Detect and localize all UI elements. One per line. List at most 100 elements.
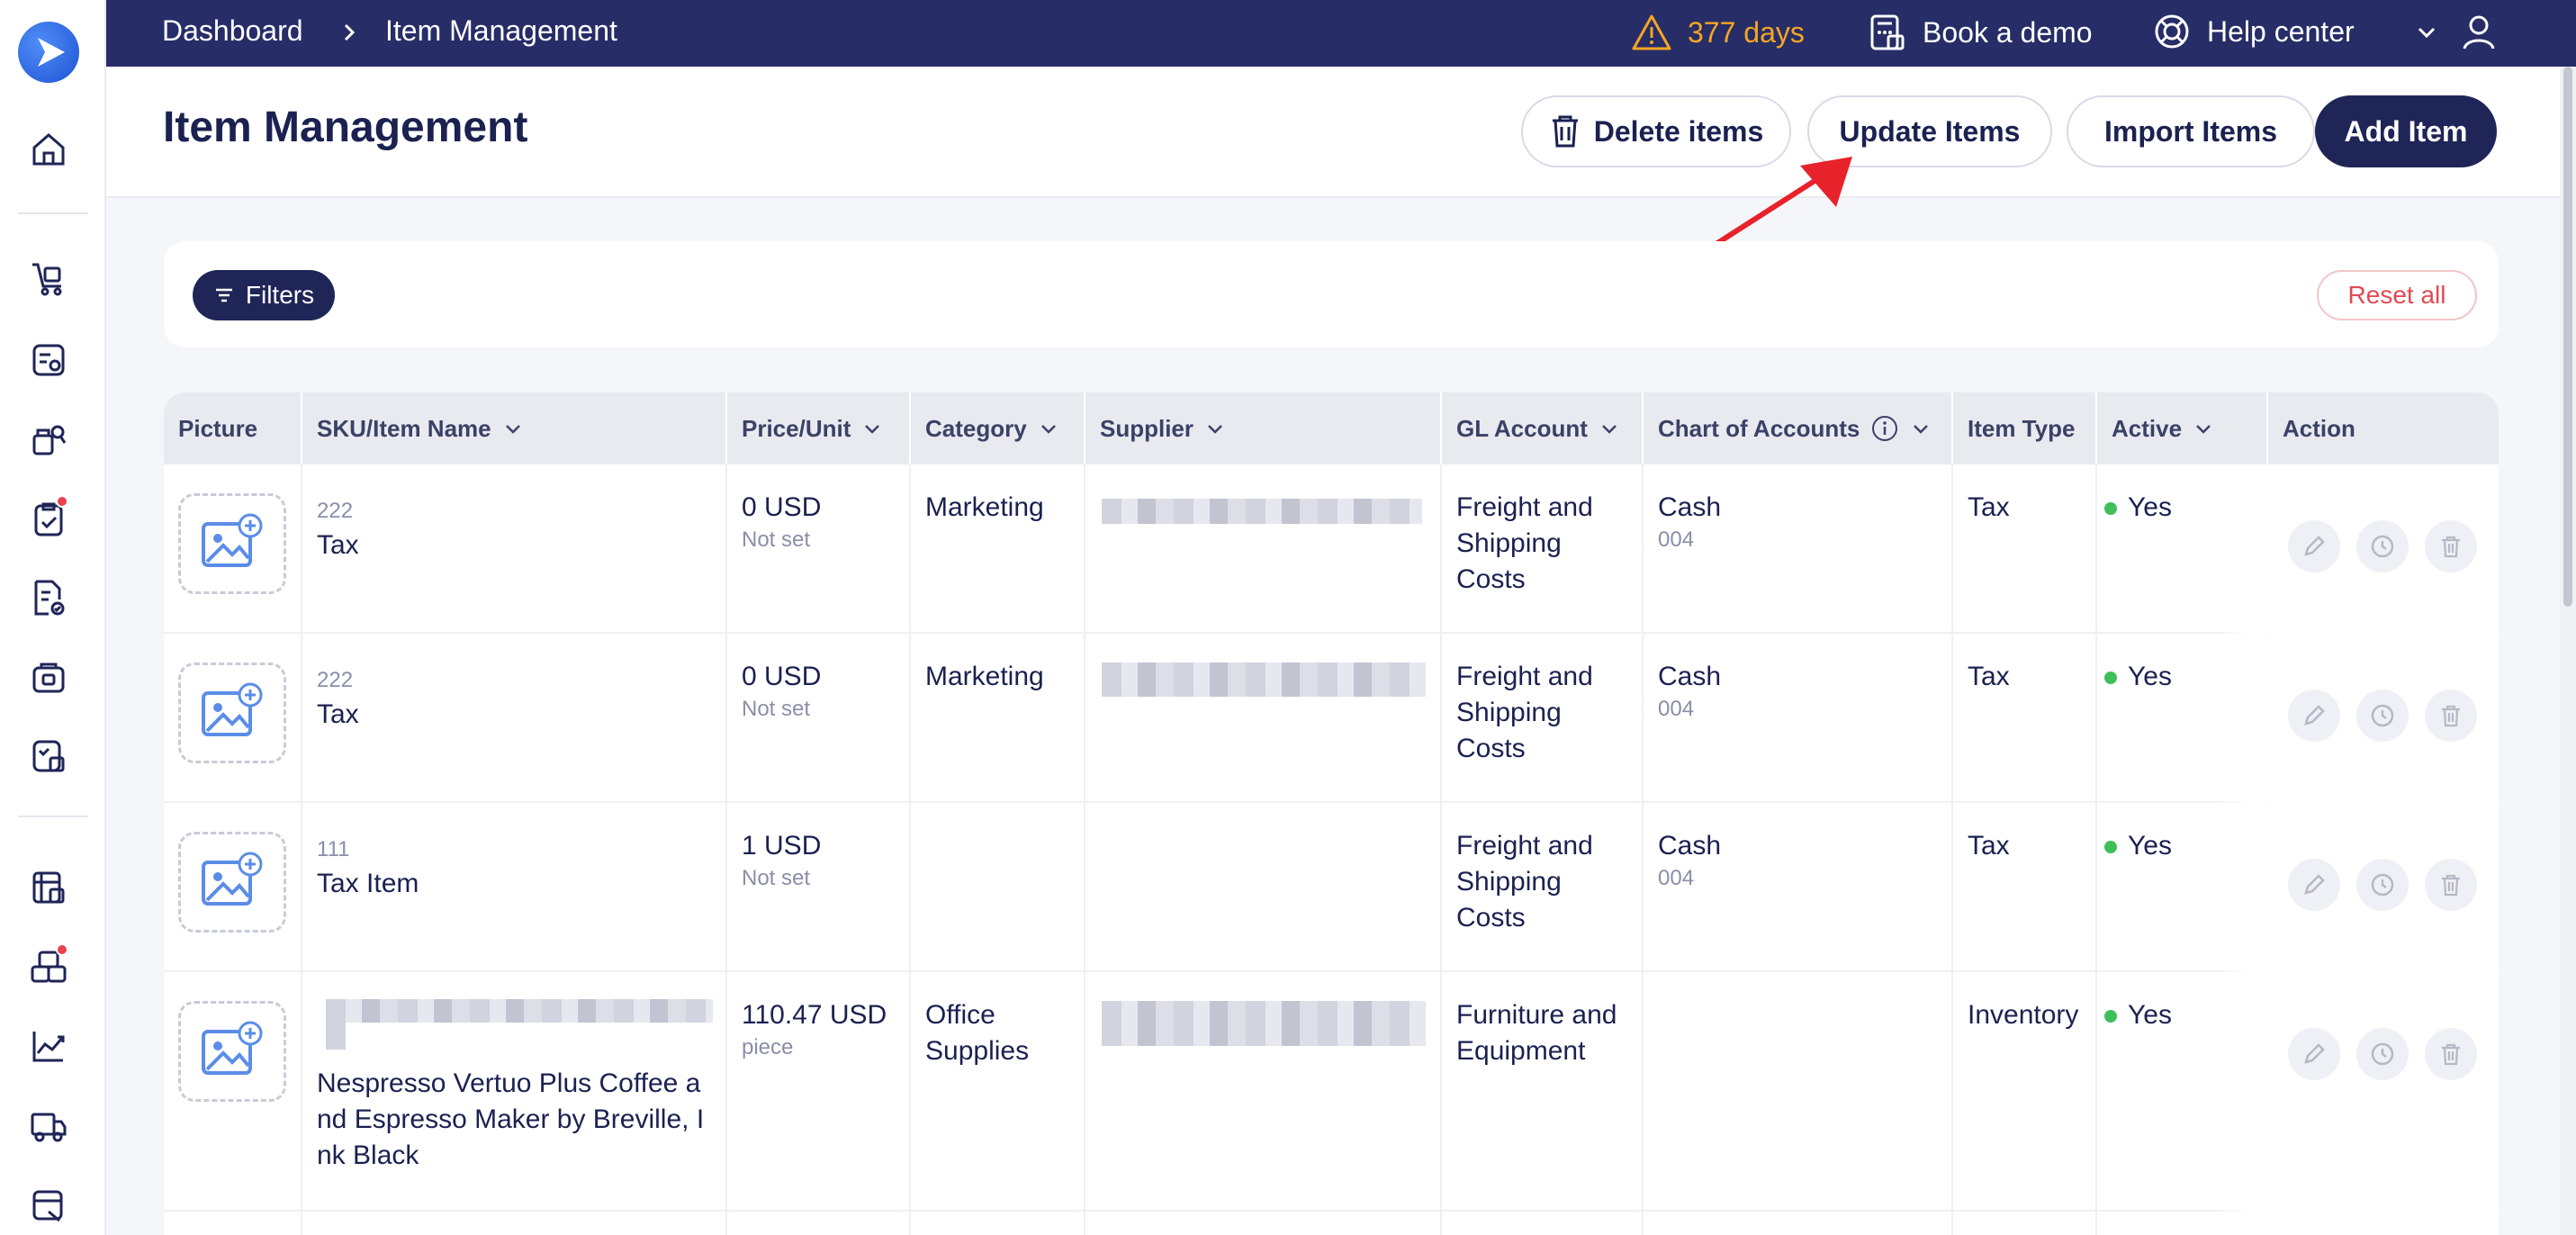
column-sku-item-name[interactable]: SKU/Item Name (317, 392, 524, 464)
item-price: 1 USD (742, 831, 822, 861)
history-button[interactable] (2356, 690, 2409, 742)
table-row[interactable]: 111 Tax Item 1 USD Not set Freight and Sh… (164, 803, 2499, 972)
item-picture-placeholder[interactable] (178, 832, 286, 933)
trash-icon (2442, 1043, 2460, 1066)
add-image-icon (202, 682, 263, 736)
chevron-down-icon (1208, 425, 1222, 434)
trial-warning[interactable]: 377 days (1632, 13, 1805, 52)
add-item-button[interactable]: Add Item (2315, 95, 2497, 167)
reset-all-button[interactable]: Reset all (2317, 270, 2477, 320)
item-gl-account: Freight and Shipping Costs (1456, 662, 1593, 763)
supplier-redacted (1102, 499, 1422, 524)
filters-label: Filters (245, 281, 315, 309)
table-row[interactable]: Nespresso Vertuo Plus Coffee a nd Espress… (164, 972, 2499, 1212)
item-gl-account: Freight and Shipping Costs (1456, 831, 1593, 933)
page-title: Item Management (163, 104, 528, 151)
column-picture: Picture (178, 414, 258, 442)
column-gl-account[interactable]: GL Account (1456, 392, 1620, 464)
notification-dot (56, 943, 68, 956)
supplier-redacted (1102, 1001, 1426, 1046)
column-active[interactable]: Active (2112, 392, 2214, 464)
item-type: Tax (1968, 492, 2010, 522)
item-price: 110.47 USD (742, 1000, 887, 1030)
calculator-icon (1870, 14, 1905, 50)
sku-redacted (326, 999, 713, 1023)
item-unit: piece (742, 1035, 794, 1059)
page-header: Item Management Delete items Update Item… (106, 67, 2560, 198)
help-center-link[interactable]: Help center (2153, 13, 2355, 50)
vertical-scrollbar[interactable] (2560, 67, 2576, 1235)
chevron-down-icon[interactable] (2414, 20, 2439, 45)
active-status-dot (2104, 672, 2117, 685)
item-picture-placeholder[interactable] (178, 493, 286, 594)
supplier-redacted (1102, 663, 1426, 697)
table-row[interactable]: 222 Tax 0 USD Not set Marketing Freight … (164, 634, 2499, 803)
items-table: Picture SKU/Item Name Price/Unit Categor… (164, 392, 2499, 1235)
scrollbar-thumb[interactable] (2563, 67, 2572, 607)
lifebuoy-icon (2155, 14, 2189, 49)
analytics-icon[interactable] (29, 1026, 68, 1066)
item-gl-account: Furniture and Equipment (1456, 1000, 1617, 1066)
active-status-dot (2104, 502, 2117, 516)
app-logo[interactable] (18, 22, 79, 83)
item-unit: Not set (742, 527, 811, 552)
import-items-button[interactable]: Import Items (2067, 95, 2315, 167)
trash-icon (2442, 705, 2460, 727)
item-picture-placeholder[interactable] (178, 1001, 286, 1102)
edit-button[interactable] (2288, 520, 2340, 572)
trial-days-text: 377 days (1688, 15, 1805, 49)
item-coa-code: 004 (1658, 527, 1695, 552)
column-action: Action (2283, 414, 2355, 442)
item-coa: Cash (1658, 662, 1722, 691)
column-supplier[interactable]: Supplier (1100, 392, 1226, 464)
edit-button[interactable] (2288, 859, 2340, 911)
item-sku: 222 (317, 499, 354, 523)
edit-button[interactable] (2288, 1028, 2340, 1080)
contracts-icon[interactable] (29, 1185, 68, 1224)
delete-row-button[interactable] (2425, 690, 2477, 742)
history-button[interactable] (2356, 1028, 2409, 1080)
pencil-icon (2304, 874, 2325, 895)
chevron-down-icon (1040, 425, 1056, 434)
nav-divider (18, 816, 88, 817)
invoices-icon[interactable] (29, 578, 68, 618)
pencil-icon (2304, 705, 2325, 726)
column-chart-of-accounts[interactable]: Chart of Accounts (1658, 392, 1932, 464)
sidebar (0, 0, 106, 1235)
delete-items-label: Delete items (1593, 114, 1764, 148)
column-category[interactable]: Category (925, 392, 1059, 464)
history-button[interactable] (2356, 520, 2409, 572)
item-name: Tax Item (317, 869, 419, 898)
filter-bar: Filters Reset all (164, 241, 2499, 347)
column-price-unit[interactable]: Price/Unit (742, 392, 883, 464)
delete-row-button[interactable] (2425, 1028, 2477, 1080)
delete-row-button[interactable] (2425, 859, 2477, 911)
cart-icon[interactable] (29, 259, 68, 299)
warning-icon (1632, 14, 1671, 50)
table-row[interactable]: 222 Tax 0 USD Not set Marketing Freight … (164, 464, 2499, 634)
delete-row-button[interactable] (2425, 520, 2477, 572)
budgets-icon[interactable] (29, 736, 68, 776)
requests-icon[interactable] (29, 340, 68, 380)
book-demo-link[interactable]: Book a demo (1869, 13, 2093, 52)
suppliers-icon[interactable] (29, 419, 68, 459)
delivery-truck-icon[interactable] (29, 1105, 68, 1145)
item-type: Tax (1968, 831, 2010, 861)
trash-icon (2442, 874, 2460, 897)
home-icon[interactable] (29, 130, 68, 169)
filters-button[interactable]: Filters (193, 270, 335, 320)
edit-button[interactable] (2288, 690, 2340, 742)
chevron-down-icon (2196, 425, 2211, 434)
breadcrumb-dashboard[interactable]: Dashboard (162, 14, 303, 48)
chevron-down-icon (1602, 425, 1617, 434)
trash-icon (2442, 536, 2460, 558)
payments-icon[interactable] (29, 657, 68, 697)
book-demo-label: Book a demo (1923, 15, 2093, 49)
reports-icon[interactable] (29, 868, 68, 907)
chevron-right-icon (344, 23, 356, 41)
info-icon[interactable] (1870, 414, 1899, 443)
pencil-icon (2304, 1043, 2325, 1064)
user-icon[interactable] (2457, 11, 2500, 54)
item-picture-placeholder[interactable] (178, 663, 286, 763)
history-button[interactable] (2356, 859, 2409, 911)
